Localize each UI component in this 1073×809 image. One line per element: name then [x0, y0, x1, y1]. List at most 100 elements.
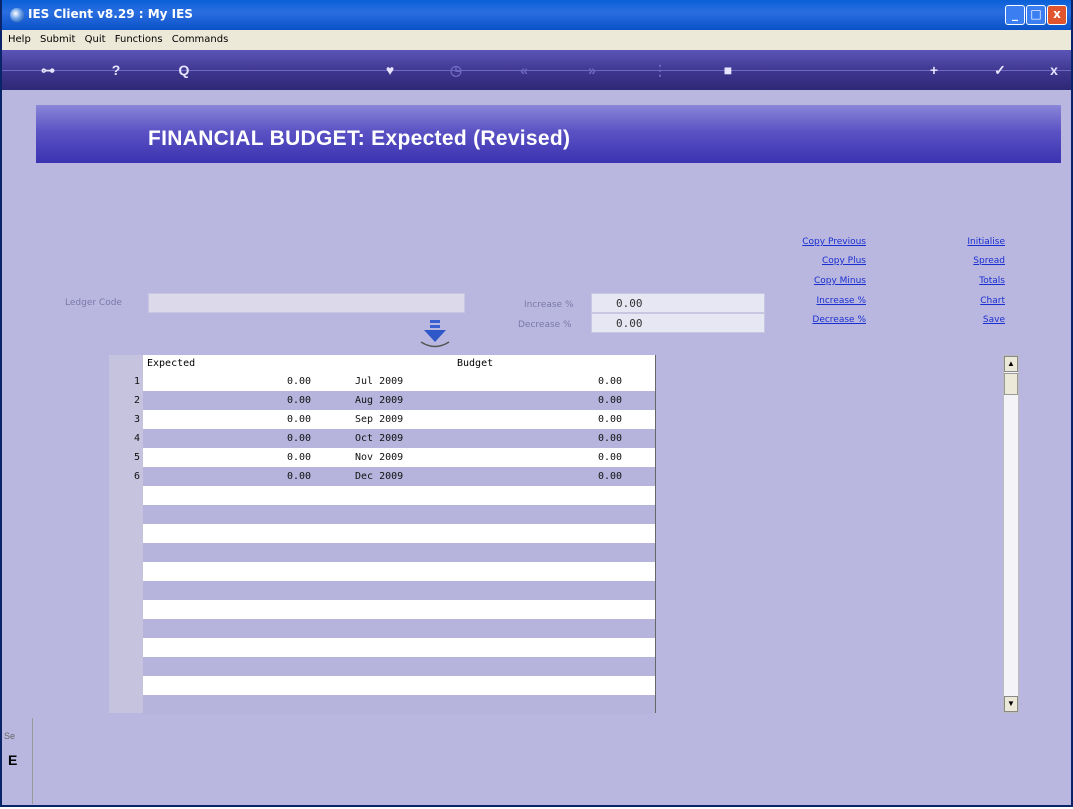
search-icon[interactable]: Q	[172, 60, 196, 80]
decrease-input[interactable]: 0.00	[591, 313, 765, 333]
fast-forward-icon[interactable]: »	[580, 60, 604, 80]
ellipsis-icon[interactable]: ⋮	[648, 60, 672, 80]
scroll-thumb[interactable]	[1004, 373, 1018, 395]
initialise-link[interactable]: Initialise	[942, 237, 1005, 247]
app-icon	[10, 8, 24, 22]
ledger-code-label: Ledger Code	[65, 298, 122, 308]
row-number: 1	[133, 376, 140, 387]
period-cell: Oct 2009	[355, 433, 404, 444]
empty-row[interactable]	[143, 562, 655, 581]
key-icon[interactable]: ⊶	[36, 60, 60, 80]
row-number: 4	[133, 433, 140, 444]
spread-link[interactable]: Spread	[942, 256, 1005, 266]
table-row[interactable]: 0.00 Nov 2009 0.00	[143, 448, 655, 467]
minimize-button[interactable]: _	[1005, 5, 1025, 25]
row-number: 6	[133, 471, 140, 482]
stop-icon[interactable]: ■	[716, 60, 740, 80]
toolbar: ⊶ ? Q ♥ ◷ « » ⋮ ■ + ✓ x	[2, 50, 1071, 90]
heart-icon[interactable]: ♥	[378, 60, 402, 80]
budget-cell[interactable]: 0.00	[598, 414, 622, 425]
menu-commands[interactable]: Commands	[172, 30, 229, 50]
expected-cell[interactable]: 0.00	[287, 471, 311, 482]
close-window-button[interactable]: x	[1047, 5, 1067, 25]
row-number: 3	[133, 414, 140, 425]
maximize-button[interactable]: □	[1026, 5, 1046, 25]
empty-row[interactable]	[143, 619, 655, 638]
period-cell: Jul 2009	[355, 376, 404, 387]
menu-functions[interactable]: Functions	[115, 30, 163, 50]
menu-submit[interactable]: Submit	[40, 30, 75, 50]
empty-row[interactable]	[143, 695, 655, 714]
plus-icon[interactable]: +	[922, 60, 946, 80]
budget-cell[interactable]: 0.00	[598, 471, 622, 482]
row-number: 5	[133, 452, 140, 463]
expected-cell[interactable]: 0.00	[287, 395, 311, 406]
budget-grid: 1 2 3 4 5 6 Expected Budget 0.00 Jul 200…	[109, 355, 656, 714]
window-title: IES Client v8.29 : My IES	[28, 7, 193, 21]
decrease-label: Decrease %	[518, 320, 572, 330]
budget-cell[interactable]: 0.00	[598, 395, 622, 406]
expected-header: Expected	[147, 358, 196, 369]
table-row[interactable]: 0.00 Sep 2009 0.00	[143, 410, 655, 429]
row-number: 2	[133, 395, 140, 406]
rewind-icon[interactable]: «	[512, 60, 536, 80]
scroll-up-button[interactable]: ▲	[1004, 356, 1018, 372]
totals-link[interactable]: Totals	[942, 276, 1005, 286]
close-icon[interactable]: x	[1042, 60, 1066, 80]
increase-pct-link[interactable]: Increase %	[782, 296, 867, 306]
empty-row[interactable]	[143, 638, 655, 657]
empty-row[interactable]	[143, 657, 655, 676]
empty-row[interactable]	[143, 600, 655, 619]
table-row[interactable]: 0.00 Oct 2009 0.00	[143, 429, 655, 448]
budget-cell[interactable]: 0.00	[598, 376, 622, 387]
empty-row[interactable]	[143, 524, 655, 543]
toolbar-divider	[2, 70, 1071, 71]
empty-row[interactable]	[143, 676, 655, 695]
side-text-bold: E	[8, 752, 18, 768]
expected-cell[interactable]: 0.00	[287, 414, 311, 425]
budget-cell[interactable]: 0.00	[598, 452, 622, 463]
increase-label: Increase %	[524, 300, 574, 310]
download-arrow-icon[interactable]	[418, 318, 452, 352]
empty-row[interactable]	[143, 486, 655, 505]
table-row[interactable]: 0.00 Aug 2009 0.00	[143, 391, 655, 410]
side-text: Se	[4, 731, 16, 741]
chart-link[interactable]: Chart	[942, 296, 1005, 306]
title-bar: IES Client v8.29 : My IES _ □ x	[2, 0, 1071, 30]
empty-row[interactable]	[143, 581, 655, 600]
page-banner: FINANCIAL BUDGET: Expected (Revised)	[36, 105, 1061, 163]
grid-header: Expected Budget	[143, 355, 655, 372]
row-number-gutter: 1 2 3 4 5 6	[109, 355, 143, 713]
copy-plus-link[interactable]: Copy Plus	[782, 256, 866, 266]
check-icon[interactable]: ✓	[988, 60, 1012, 80]
empty-row[interactable]	[143, 543, 655, 562]
scroll-down-button[interactable]: ▼	[1004, 696, 1018, 712]
side-panel-fragment: Se E	[2, 718, 33, 804]
table-row[interactable]: 0.00 Jul 2009 0.00	[143, 372, 655, 391]
increase-input[interactable]: 0.00	[591, 293, 765, 313]
copy-previous-link[interactable]: Copy Previous	[782, 237, 866, 247]
budget-cell[interactable]: 0.00	[598, 433, 622, 444]
decrease-pct-link[interactable]: Decrease %	[782, 315, 866, 325]
menu-quit[interactable]: Quit	[85, 30, 106, 50]
clock-icon[interactable]: ◷	[444, 60, 468, 80]
copy-minus-link[interactable]: Copy Minus	[782, 276, 866, 286]
page-title: FINANCIAL BUDGET: Expected (Revised)	[148, 127, 571, 150]
period-cell: Sep 2009	[355, 414, 404, 425]
period-cell: Aug 2009	[355, 395, 404, 406]
expected-cell[interactable]: 0.00	[287, 433, 311, 444]
table-row[interactable]: 0.00 Dec 2009 0.00	[143, 467, 655, 486]
expected-cell[interactable]: 0.00	[287, 452, 311, 463]
expected-cell[interactable]: 0.00	[287, 376, 311, 387]
menu-bar: Help Submit Quit Functions Commands	[2, 30, 1071, 50]
period-cell: Dec 2009	[355, 471, 404, 482]
empty-row[interactable]	[143, 505, 655, 524]
budget-header: Budget	[457, 358, 494, 369]
menu-help[interactable]: Help	[8, 30, 31, 50]
ledger-code-input[interactable]	[148, 293, 465, 313]
application-window: IES Client v8.29 : My IES _ □ x Help Sub…	[0, 0, 1073, 807]
help-icon[interactable]: ?	[104, 60, 128, 80]
period-cell: Nov 2009	[355, 452, 404, 463]
save-link[interactable]: Save	[942, 315, 1005, 325]
grid-scrollbar[interactable]: ▲ ▼	[1003, 355, 1019, 713]
